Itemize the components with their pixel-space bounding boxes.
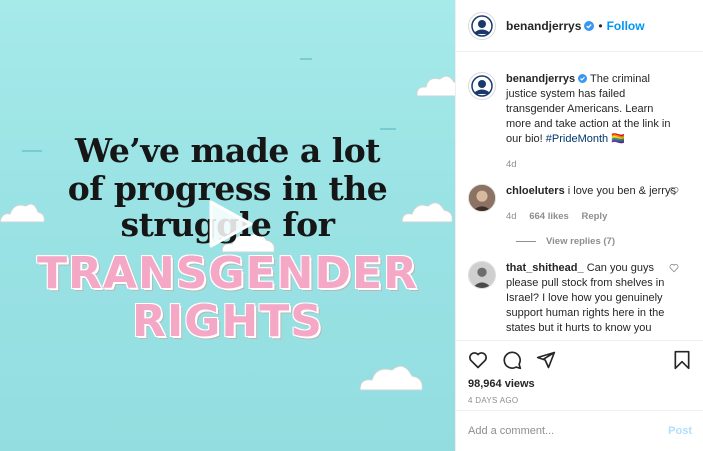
- post-video[interactable]: We’ve made a lot of progress in the stru…: [0, 0, 455, 451]
- like-comment-icon[interactable]: [669, 263, 679, 273]
- comment-age[interactable]: 4d: [506, 211, 517, 222]
- separator-dot: •: [598, 18, 603, 33]
- sky-dash: [380, 128, 396, 130]
- caption-age[interactable]: 4d: [506, 159, 517, 170]
- video-headline: RIGHTS: [132, 296, 323, 347]
- hashtag-link[interactable]: #PrideMonth: [546, 133, 608, 145]
- comment-item: that_shithead_ Can you guys please pull …: [468, 261, 691, 336]
- post-comment-button[interactable]: Post: [668, 425, 692, 437]
- verified-badge-icon: [584, 20, 595, 31]
- comment-text: i love you ben & jerrys: [567, 185, 676, 197]
- reply-button[interactable]: Reply: [581, 211, 607, 222]
- post-caption: benandjerrys The criminal justice system…: [468, 72, 691, 172]
- benandjerrys-logo-icon: [471, 75, 493, 97]
- follow-button[interactable]: Follow: [607, 19, 645, 33]
- like-comment-icon[interactable]: [669, 186, 679, 196]
- post-header: benandjerrys • Follow: [456, 0, 703, 52]
- comments-list[interactable]: benandjerrys The criminal justice system…: [456, 52, 703, 340]
- header-username[interactable]: benandjerrys: [506, 19, 581, 33]
- caption-username[interactable]: benandjerrys: [506, 73, 575, 85]
- replies-divider: [516, 241, 536, 242]
- avatar[interactable]: [468, 184, 496, 212]
- comment-username[interactable]: that_shithead_: [506, 262, 584, 274]
- pride-flag-emoji: 🏳️‍🌈: [611, 133, 625, 145]
- post-date[interactable]: 4 DAYS AGO: [468, 396, 692, 405]
- cloud-illustration: [359, 365, 423, 391]
- view-count[interactable]: 98,964 views: [468, 378, 692, 390]
- avatar[interactable]: [468, 72, 496, 100]
- post-sidebar: benandjerrys • Follow benandjerrys The c…: [455, 0, 703, 451]
- share-icon[interactable]: [536, 350, 556, 370]
- sky-dash: [300, 58, 312, 60]
- bookmark-icon[interactable]: [672, 350, 692, 370]
- video-headline: TRANSGENDER: [37, 248, 418, 299]
- verified-badge-icon: [578, 74, 588, 83]
- avatar[interactable]: [468, 261, 496, 289]
- play-icon[interactable]: [205, 198, 255, 250]
- avatar[interactable]: [468, 11, 496, 40]
- comment-username[interactable]: chloeluters: [506, 185, 565, 197]
- heart-icon[interactable]: [468, 350, 488, 370]
- view-replies-button[interactable]: View replies (7): [516, 236, 691, 247]
- comment-likes[interactable]: 664 likes: [529, 211, 569, 222]
- video-caption-line: We’ve made a lot: [74, 131, 381, 170]
- comment-icon[interactable]: [502, 350, 522, 370]
- comment-item: chloeluters i love you ben & jerrys 4d 6…: [468, 184, 691, 224]
- user-photo-icon: [469, 185, 495, 211]
- cloud-illustration: [416, 75, 455, 97]
- benandjerrys-logo-icon: [471, 14, 493, 37]
- add-comment-bar: Post: [456, 410, 703, 451]
- view-replies-label: View replies (7): [546, 236, 615, 247]
- user-photo-icon: [469, 262, 495, 288]
- post-actions: 98,964 views 4 DAYS AGO: [456, 340, 703, 405]
- comment-input[interactable]: [468, 425, 669, 437]
